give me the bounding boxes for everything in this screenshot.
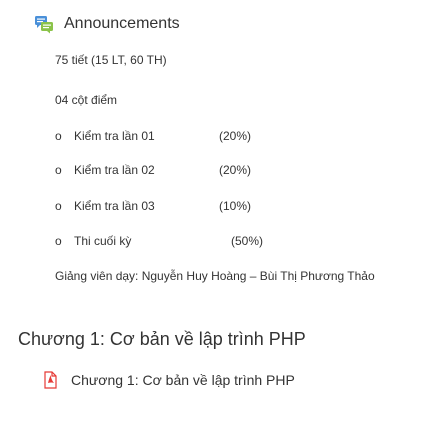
grade-item-name: Thi cuối kỳ	[74, 234, 132, 248]
periods-text: 75 tiết (15 LT, 60 TH)	[55, 53, 167, 67]
grade-item-weight: (50%)	[231, 234, 264, 248]
grade-count-text: 04 cột điểm	[55, 93, 118, 107]
resource-activity[interactable]: Chương 1: Cơ bản về lập trình PHP	[42, 370, 295, 390]
list-bullet: o	[55, 163, 62, 177]
grade-item-weight: (10%)	[219, 199, 252, 213]
list-bullet: o	[55, 129, 62, 143]
grade-item-name: Kiểm tra lần 02	[74, 163, 155, 177]
pdf-icon	[42, 371, 58, 389]
grade-item-weight: (20%)	[219, 163, 252, 177]
announcements-link[interactable]: Announcements	[64, 15, 180, 33]
section-title: Chương 1: Cơ bản về lập trình PHP	[18, 329, 306, 349]
lecturers-text: Giảng viên dạy: Nguyễn Huy Hoàng – Bùi T…	[55, 269, 375, 283]
grade-item-weight: (20%)	[219, 129, 252, 143]
announcements-activity[interactable]: Announcements	[34, 13, 180, 35]
resource-link[interactable]: Chương 1: Cơ bản về lập trình PHP	[71, 372, 295, 388]
list-bullet: o	[55, 199, 62, 213]
grade-item-name: Kiểm tra lần 01	[74, 129, 155, 143]
grade-item-name: Kiểm tra lần 03	[74, 199, 155, 213]
forum-icon	[34, 14, 54, 34]
list-bullet: o	[55, 234, 62, 248]
